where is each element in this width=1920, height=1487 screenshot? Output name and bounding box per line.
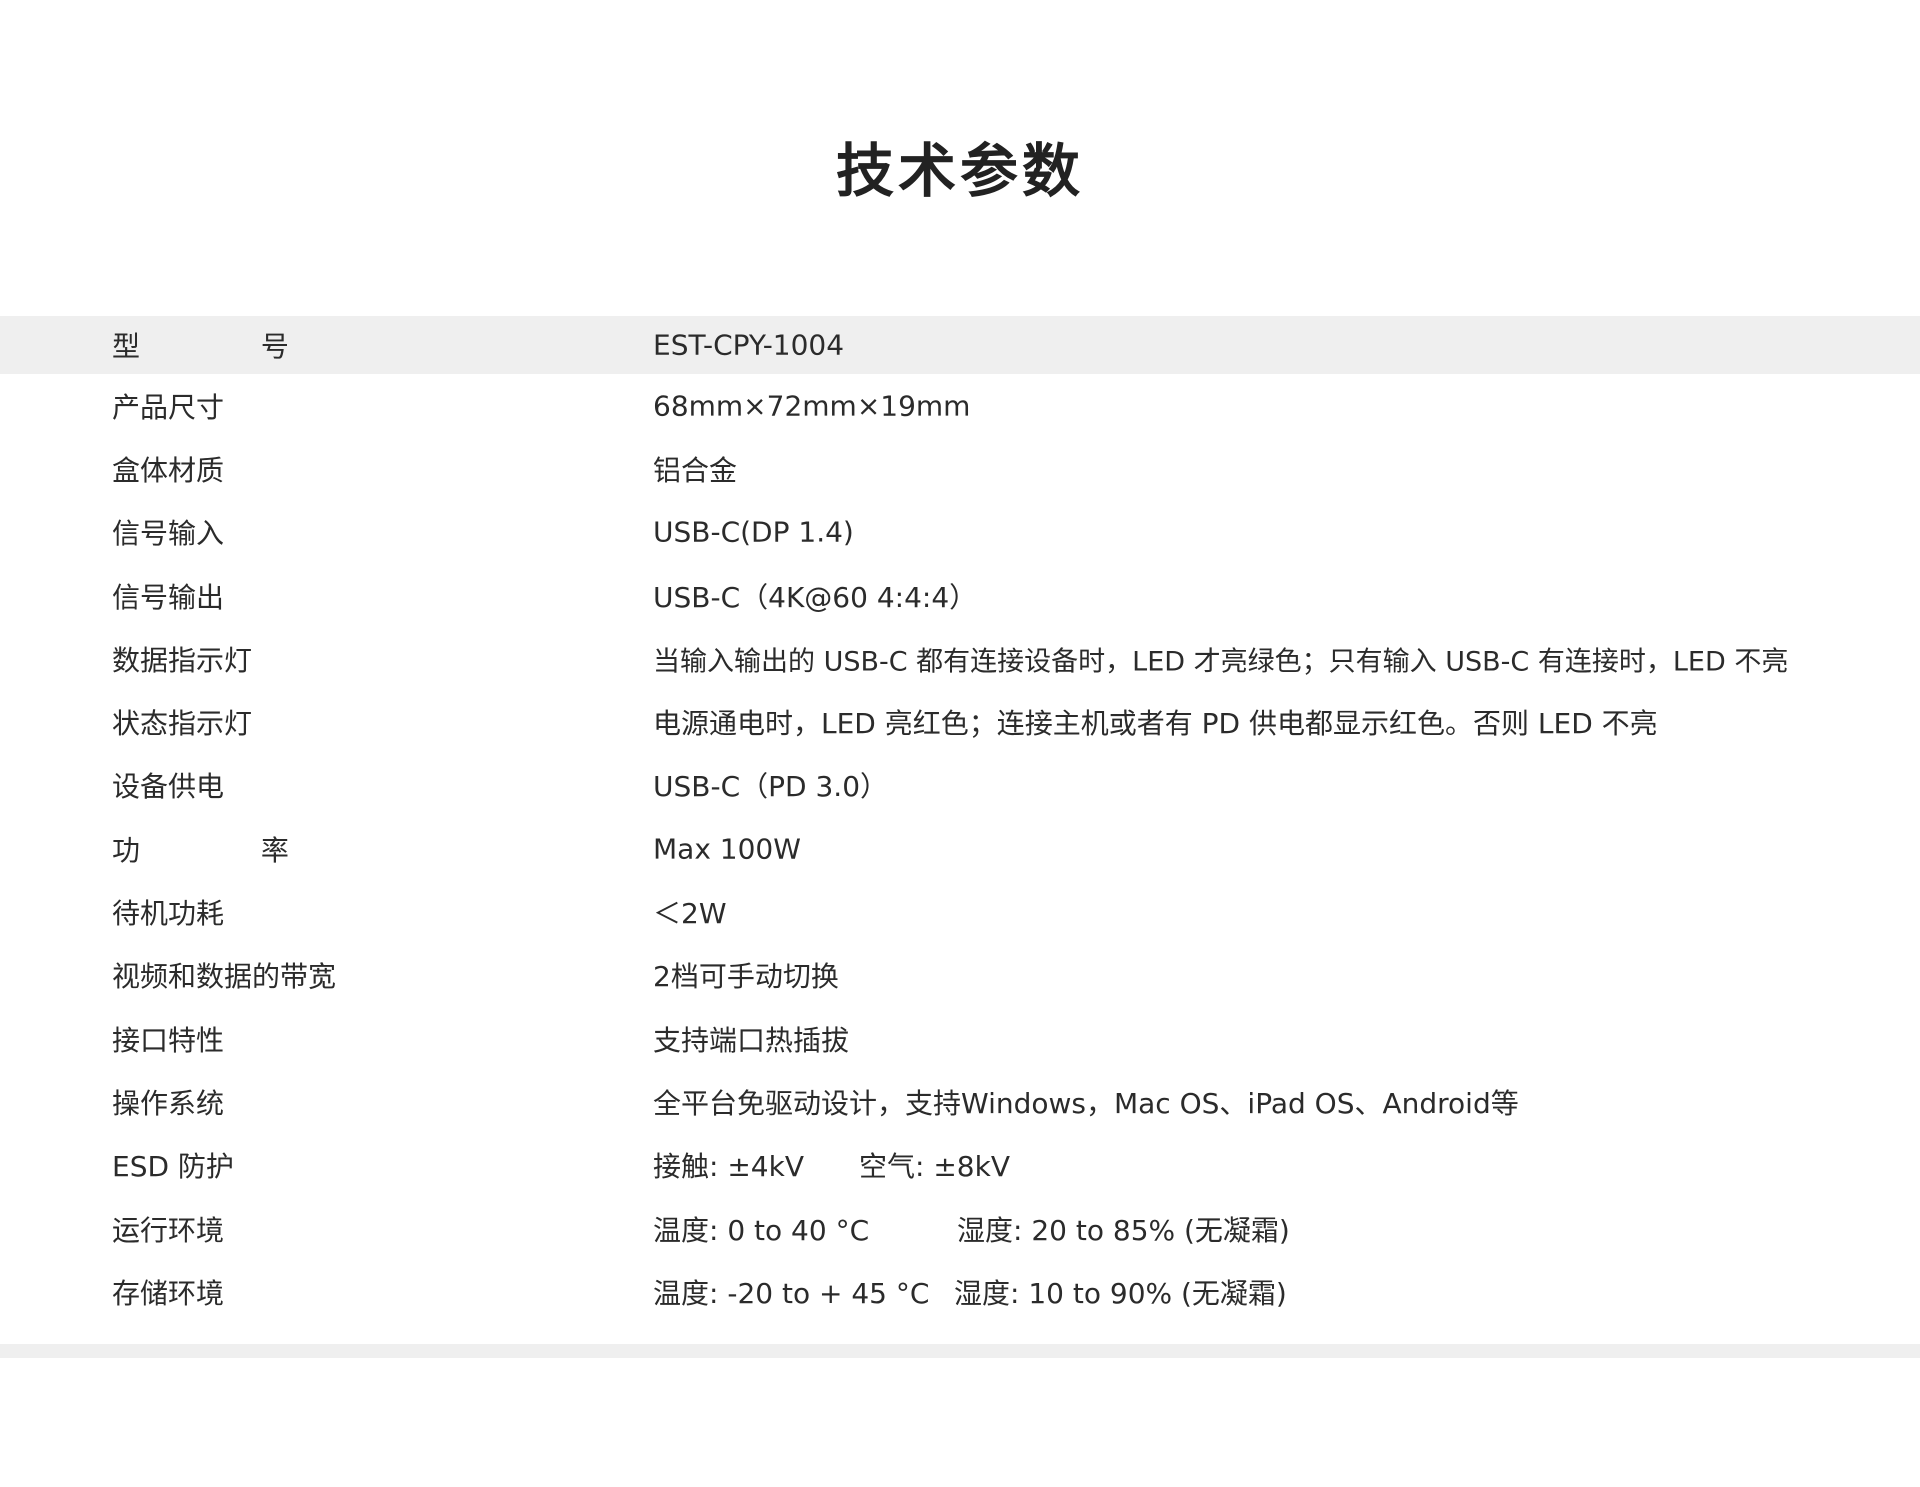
spec-row-storage-env: 存储环境 温度: -20 to + 45 °C 湿度: 10 to 90% (无凝… xyxy=(0,1260,1920,1323)
storage-temp: 温度: -20 to + 45 °C xyxy=(653,1276,930,1310)
spec-label: 产品尺寸 xyxy=(112,390,225,424)
spec-label: 接口特性 xyxy=(112,1023,225,1057)
spec-row-bandwidth: 视频和数据的带宽 2档可手动切换 xyxy=(0,944,1920,1007)
spec-label: ESD 防护 xyxy=(112,1150,234,1184)
spec-label: 功 率 xyxy=(112,833,345,867)
spec-label: 信号输入 xyxy=(112,517,225,551)
spec-value: 温度: 0 to 40 °C 湿度: 20 to 85% (无凝霜) xyxy=(653,1209,1290,1249)
spec-row-os: 操作系统 全平台免驱动设计，支持Windows，Mac OS、iPad OS、A… xyxy=(0,1070,1920,1133)
spec-value: 68mm×72mm×19mm xyxy=(653,389,971,423)
spec-label: 盒体材质 xyxy=(112,453,225,487)
spec-label: 型 号 xyxy=(112,330,345,363)
spec-value: USB-C(DP 1.4) xyxy=(653,515,854,549)
spec-value: Max 100W xyxy=(653,832,801,866)
operating-humidity: 湿度: 20 to 85% (无凝霜) xyxy=(957,1213,1290,1247)
spec-row-status-led: 状态指示灯 电源通电时，LED 亮红色；连接主机或者有 PD 供电都显示红色。否… xyxy=(0,690,1920,753)
spec-value: 2档可手动切换 xyxy=(653,960,839,994)
spec-label: 操作系统 xyxy=(112,1086,225,1120)
spec-value: 当输入输出的 USB-C 都有连接设备时，LED 才亮绿色；只有输入 USB-C… xyxy=(653,646,1789,678)
spec-row-operating-env: 运行环境 温度: 0 to 40 °C 湿度: 20 to 85% (无凝霜) xyxy=(0,1197,1920,1260)
spec-value: 铝合金 xyxy=(653,453,738,487)
spec-label: 状态指示灯 xyxy=(112,707,253,741)
esd-air: 空气: ±8kV xyxy=(859,1150,1010,1184)
spec-row-standby: 待机功耗 ＜2W xyxy=(0,880,1920,943)
spec-value: 支持端口热插拔 xyxy=(653,1023,850,1057)
spec-row-data-led: 数据指示灯 当输入输出的 USB-C 都有连接设备时，LED 才亮绿色；只有输入… xyxy=(0,627,1920,690)
spec-value: USB-C（PD 3.0） xyxy=(653,770,889,804)
spec-value: USB-C（4K@60 4:4:4） xyxy=(653,580,978,614)
spec-value: ＜2W xyxy=(653,897,727,931)
esd-contact: 接触: ±4kV xyxy=(653,1150,804,1184)
spec-label: 数据指示灯 xyxy=(112,643,253,677)
spec-label: 设备供电 xyxy=(112,770,225,804)
spec-row-signal-output: 信号输出 USB-C（4K@60 4:4:4） xyxy=(0,564,1920,627)
spec-value: EST-CPY-1004 xyxy=(653,328,845,362)
spec-label: 信号输出 xyxy=(112,580,225,614)
spec-row-material: 盒体材质 铝合金 xyxy=(0,437,1920,500)
spec-row-port-feature: 接口特性 支持端口热插拔 xyxy=(0,1007,1920,1070)
spec-label: 视频和数据的带宽 xyxy=(112,960,337,994)
spec-label: 存储环境 xyxy=(112,1276,225,1310)
bottom-divider xyxy=(0,1344,1920,1358)
spec-row-power-supply: 设备供电 USB-C（PD 3.0） xyxy=(0,754,1920,817)
spec-row-power: 功 率 Max 100W xyxy=(0,817,1920,880)
spec-value: 温度: -20 to + 45 °C 湿度: 10 to 90% (无凝霜) xyxy=(653,1272,1287,1312)
page-title: 技术参数 xyxy=(835,137,1084,205)
spec-row-size: 产品尺寸 68mm×72mm×19mm xyxy=(0,374,1920,437)
spec-label: 待机功耗 xyxy=(112,897,225,931)
operating-temp: 温度: 0 to 40 °C xyxy=(653,1213,870,1247)
spec-value: 全平台免驱动设计，支持Windows，Mac OS、iPad OS、Androi… xyxy=(653,1086,1519,1120)
storage-humidity: 湿度: 10 to 90% (无凝霜) xyxy=(954,1276,1287,1310)
spec-row-esd: ESD 防护 接触: ±4kV 空气: ±8kV xyxy=(0,1134,1920,1197)
spec-table: 型 号 EST-CPY-1004 产品尺寸 68mm×72mm×19mm 盒体材… xyxy=(0,316,1920,1323)
spec-value: 接触: ±4kV 空气: ±8kV xyxy=(653,1145,1010,1185)
spec-value: 电源通电时，LED 亮红色；连接主机或者有 PD 供电都显示红色。否则 LED … xyxy=(653,707,1658,741)
spec-row-model: 型 号 EST-CPY-1004 xyxy=(0,316,1920,374)
spec-row-signal-input: 信号输入 USB-C(DP 1.4) xyxy=(0,501,1920,564)
spec-label: 运行环境 xyxy=(112,1213,225,1247)
